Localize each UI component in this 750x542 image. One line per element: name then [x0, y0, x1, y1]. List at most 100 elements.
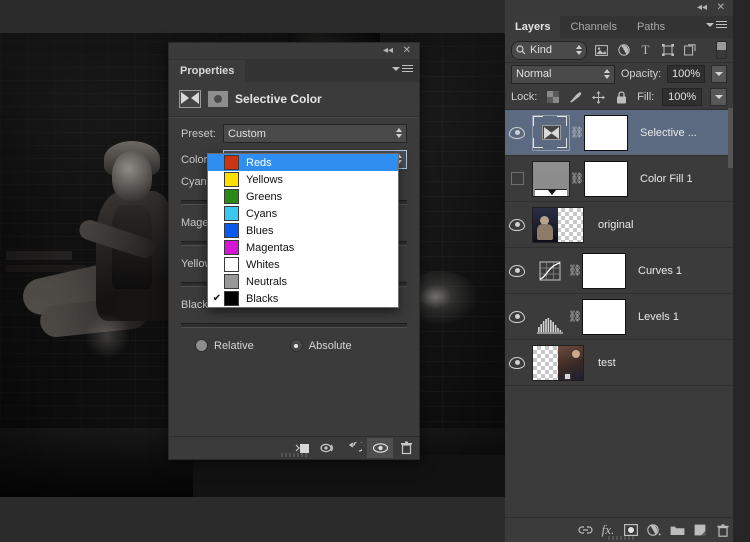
layer-thumbnail[interactable]	[532, 345, 584, 381]
dropdown-item-whites[interactable]: Whites	[208, 256, 398, 273]
black-slider[interactable]	[181, 323, 407, 328]
toggle-visibility-icon[interactable]	[367, 438, 393, 458]
close-icon[interactable]: ✕	[403, 45, 411, 57]
layer-thumbnail[interactable]	[532, 115, 570, 151]
link-layers-icon[interactable]	[575, 520, 595, 540]
delete-layer-icon[interactable]	[713, 520, 733, 540]
table-row[interactable]: ⛓ Curves 1	[505, 248, 733, 294]
dropdown-item-blacks[interactable]: ✔ Blacks	[208, 290, 398, 307]
lock-transparent-pixels-icon[interactable]	[545, 90, 560, 105]
blues-swatch-icon	[224, 223, 239, 238]
type-layer-filter-icon[interactable]: T	[638, 43, 653, 58]
blend-mode-select[interactable]: Normal	[511, 65, 615, 84]
dropdown-item-neutrals[interactable]: Neutrals	[208, 273, 398, 290]
blend-mode-row: Normal Opacity: 100%	[505, 63, 733, 85]
layer-name[interactable]: test	[598, 357, 616, 369]
fill-dropdown-icon[interactable]	[710, 88, 727, 106]
mask-link-icon[interactable]: ⛓	[568, 310, 582, 323]
panel-resize-grip[interactable]	[608, 536, 634, 540]
tab-layers[interactable]: Layers	[505, 16, 560, 38]
mask-link-icon[interactable]: ⛓	[568, 264, 582, 277]
preset-stepper-icon[interactable]	[396, 128, 402, 138]
layer-name[interactable]: Color Fill 1	[640, 173, 693, 185]
blend-mode-stepper-icon[interactable]	[604, 69, 610, 79]
lock-image-pixels-icon[interactable]	[568, 90, 583, 105]
smart-object-filter-icon[interactable]	[682, 43, 697, 58]
view-previous-state-icon[interactable]	[315, 438, 341, 458]
pixel-layer-filter-icon[interactable]	[594, 43, 609, 58]
blacks-swatch-icon	[224, 291, 239, 306]
tab-paths[interactable]: Paths	[627, 16, 675, 38]
filter-kind-stepper-icon[interactable]	[576, 45, 582, 55]
panel-resize-grip[interactable]	[281, 453, 307, 457]
table-row[interactable]: ⛓ Levels 1	[505, 294, 733, 340]
layer-visibility-toggle[interactable]	[505, 172, 529, 185]
adjustment-preview-icon[interactable]	[208, 91, 228, 107]
layer-visibility-toggle[interactable]	[505, 219, 529, 231]
layers-panel[interactable]: ◂◂ ✕ Layers Channels Paths Kind T	[505, 0, 733, 542]
layer-thumbnail[interactable]	[532, 207, 584, 243]
close-icon[interactable]: ✕	[717, 2, 725, 14]
layers-tab-strip: Layers Channels Paths	[505, 16, 733, 38]
dropdown-item-cyans[interactable]: Cyans	[208, 205, 398, 222]
layer-mask-thumbnail[interactable]	[582, 253, 626, 289]
layer-visibility-toggle[interactable]	[505, 127, 529, 139]
layer-thumbnail[interactable]	[532, 161, 570, 197]
layer-thumbnail[interactable]	[532, 300, 568, 334]
new-adjustment-layer-icon[interactable]	[644, 520, 664, 540]
layer-name[interactable]: Selective ...	[640, 127, 697, 139]
layer-visibility-toggle[interactable]	[505, 357, 529, 369]
dropdown-item-magentas[interactable]: Magentas	[208, 239, 398, 256]
opacity-input[interactable]: 100%	[667, 65, 705, 83]
properties-footer-toolbar	[169, 436, 419, 459]
reset-icon[interactable]	[341, 438, 367, 458]
table-row[interactable]: ⛓ Selective ...	[505, 110, 733, 156]
dropdown-item-reds[interactable]: Reds	[208, 154, 398, 171]
menu-triangle-icon	[392, 67, 400, 71]
delete-adjustment-icon[interactable]	[393, 438, 419, 458]
layer-thumbnail[interactable]	[532, 254, 568, 288]
fill-input[interactable]: 100%	[662, 88, 702, 106]
table-row[interactable]: ⛓ Color Fill 1	[505, 156, 733, 202]
preset-label: Preset:	[181, 128, 223, 140]
lock-position-icon[interactable]	[591, 90, 606, 105]
preset-select[interactable]: Custom	[223, 124, 407, 143]
filter-kind-select[interactable]: Kind	[511, 41, 587, 60]
table-row[interactable]: original	[505, 202, 733, 248]
dropdown-item-yellows[interactable]: Yellows	[208, 171, 398, 188]
whites-swatch-icon	[224, 257, 239, 272]
properties-panel[interactable]: ◂◂ ✕ Properties Selective Color Preset: …	[168, 42, 420, 460]
panel-menu-icon[interactable]	[392, 65, 413, 72]
blacks-label: Blacks	[246, 293, 278, 305]
layer-visibility-toggle[interactable]	[505, 311, 529, 323]
panel-menu-icon[interactable]	[706, 21, 727, 28]
dropdown-item-greens[interactable]: Greens	[208, 188, 398, 205]
lock-all-icon[interactable]	[614, 90, 629, 105]
tab-channels[interactable]: Channels	[560, 16, 626, 38]
collapse-icon[interactable]: ◂◂	[697, 2, 707, 14]
layer-name[interactable]: Curves 1	[638, 265, 682, 277]
layer-mask-thumbnail[interactable]	[582, 299, 626, 335]
dropdown-item-blues[interactable]: Blues	[208, 222, 398, 239]
filter-toggle-switch[interactable]	[716, 41, 727, 59]
shape-layer-filter-icon[interactable]	[660, 43, 675, 58]
layer-name[interactable]: Levels 1	[638, 311, 679, 323]
adjustment-layer-filter-icon[interactable]	[616, 43, 631, 58]
new-group-icon[interactable]	[667, 520, 687, 540]
mask-link-icon[interactable]: ⛓	[570, 172, 584, 185]
curves-icon	[539, 261, 561, 281]
radio-absolute[interactable]: Absolute	[290, 339, 352, 352]
table-row[interactable]: test	[505, 340, 733, 386]
mask-link-icon[interactable]: ⛓	[570, 126, 584, 139]
eye-icon	[509, 357, 525, 369]
collapse-icon[interactable]: ◂◂	[383, 45, 393, 57]
layer-mask-thumbnail[interactable]	[584, 161, 628, 197]
radio-relative[interactable]: Relative	[195, 339, 254, 352]
tab-properties[interactable]: Properties	[169, 60, 245, 82]
layer-visibility-toggle[interactable]	[505, 265, 529, 277]
layer-mask-thumbnail[interactable]	[584, 115, 628, 151]
new-layer-icon[interactable]	[690, 520, 710, 540]
opacity-dropdown-icon[interactable]	[711, 65, 727, 83]
layer-name[interactable]: original	[598, 219, 633, 231]
colors-dropdown-list[interactable]: Reds Yellows Greens Cyans Blues Magentas	[207, 153, 399, 308]
